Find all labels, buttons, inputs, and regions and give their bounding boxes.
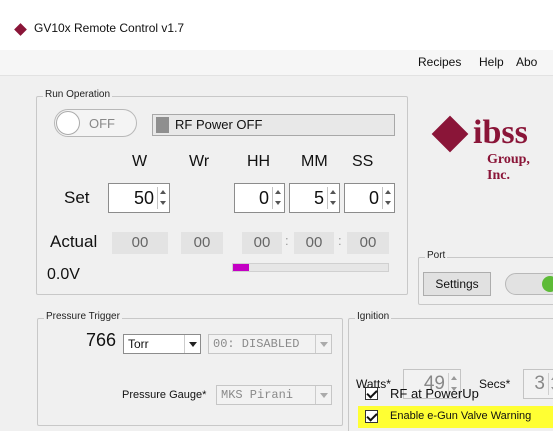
arrow-down-icon[interactable] — [275, 201, 281, 205]
actual-mm-readout: 00 — [294, 232, 334, 254]
run-toggle[interactable]: OFF — [54, 109, 137, 137]
toggle-label: OFF — [89, 116, 115, 131]
arrow-up-icon[interactable] — [385, 190, 391, 194]
title-bar: GV10x Remote Control v1.7 — [0, 0, 553, 50]
arrow-down-icon[interactable] — [160, 201, 166, 205]
col-header-hh: HH — [247, 153, 271, 170]
trigger-mode-value: 00: DISABLED — [213, 337, 300, 351]
rf-indicator-icon — [156, 117, 169, 133]
pressure-gauge-value: MKS Pirani — [221, 388, 294, 402]
logo-word: ibss — [473, 114, 528, 151]
rf-powerup-checkbox[interactable] — [365, 387, 378, 400]
pressure-gauge-label: Pressure Gauge* — [122, 389, 207, 401]
set-ss-stepper[interactable]: 0 — [344, 183, 395, 213]
set-mm-stepper[interactable]: 5 — [289, 183, 340, 213]
app-icon — [14, 23, 27, 36]
arrow-up-icon[interactable] — [275, 190, 281, 194]
spin-arrows[interactable] — [548, 373, 553, 395]
time-separator: : — [285, 233, 289, 248]
rf-status-field: RF Power OFF — [152, 114, 395, 136]
set-w-stepper[interactable]: 50 — [108, 183, 170, 213]
chevron-down-icon — [315, 386, 331, 404]
ibss-logo: ibss Group, Inc. — [431, 114, 553, 183]
spin-arrows[interactable] — [382, 187, 392, 209]
pressure-value: 766 — [86, 330, 117, 350]
toggle-knob — [56, 111, 80, 135]
voltage-readout: 0.0V — [47, 266, 80, 283]
col-header-mm: MM — [301, 153, 328, 170]
ibss-logo-mark-icon — [431, 115, 469, 153]
arrow-down-icon[interactable] — [330, 201, 336, 205]
toggle-on-knob — [542, 276, 553, 292]
chevron-down-icon — [315, 335, 331, 353]
set-hh-stepper[interactable]: 0 — [234, 183, 285, 213]
logo-subtitle: Group, Inc. — [487, 152, 530, 183]
set-mm-value: 5 — [313, 188, 324, 208]
port-toggle[interactable] — [505, 273, 553, 295]
run-progress-bar — [232, 263, 389, 272]
col-header-ss: SS — [352, 153, 374, 170]
secs-value: 3 — [534, 373, 545, 394]
run-operation-label: Run Operation — [43, 89, 113, 100]
time-separator: : — [338, 233, 342, 248]
set-w-value: 50 — [133, 188, 154, 208]
trigger-mode-select: 00: DISABLED — [208, 334, 332, 354]
set-ss-value: 0 — [368, 188, 379, 208]
arrow-up-icon[interactable] — [160, 190, 166, 194]
window-title: GV10x Remote Control v1.7 — [34, 21, 185, 35]
arrow-up-icon[interactable] — [330, 190, 336, 194]
ignition-label: Ignition — [355, 311, 392, 322]
menu-about[interactable]: Abo — [516, 55, 537, 69]
set-hh-value: 0 — [258, 188, 269, 208]
actual-hh-readout: 00 — [242, 232, 282, 254]
egun-warning-label: Enable e-Gun Valve Warning — [390, 410, 532, 422]
egun-warning-checkbox[interactable] — [365, 410, 378, 423]
chevron-down-icon[interactable] — [184, 335, 200, 353]
rf-powerup-label: RF at PowerUp — [390, 386, 479, 401]
pressure-gauge-select: MKS Pirani — [216, 385, 332, 405]
spin-arrows[interactable] — [327, 187, 337, 209]
actual-wr-readout: 00 — [181, 232, 223, 254]
arrow-down-icon[interactable] — [385, 201, 391, 205]
settings-button[interactable]: Settings — [423, 272, 491, 296]
pressure-unit-value: Torr — [128, 337, 149, 351]
actual-ss-readout: 00 — [347, 232, 389, 254]
set-label: Set — [64, 188, 90, 207]
pressure-trigger-label: Pressure Trigger — [44, 311, 122, 322]
menu-help[interactable]: Help — [479, 55, 504, 69]
actual-w-readout: 00 — [112, 232, 168, 254]
col-header-wr: Wr — [189, 153, 210, 170]
col-header-w: W — [132, 153, 148, 170]
secs-label: Secs* — [479, 377, 511, 391]
actual-label: Actual — [50, 232, 98, 251]
spin-arrows[interactable] — [272, 187, 282, 209]
port-label: Port — [425, 250, 448, 261]
rf-status-text: RF Power OFF — [175, 117, 263, 132]
progress-fill — [233, 264, 249, 271]
spin-arrows[interactable] — [157, 187, 167, 209]
menu-bar: Recipes Help Abo — [0, 50, 553, 76]
pressure-unit-select[interactable]: Torr — [123, 334, 201, 354]
secs-stepper[interactable]: 3 — [523, 369, 553, 399]
arrow-up-icon[interactable] — [451, 376, 457, 380]
menu-recipes[interactable]: Recipes — [418, 55, 461, 69]
